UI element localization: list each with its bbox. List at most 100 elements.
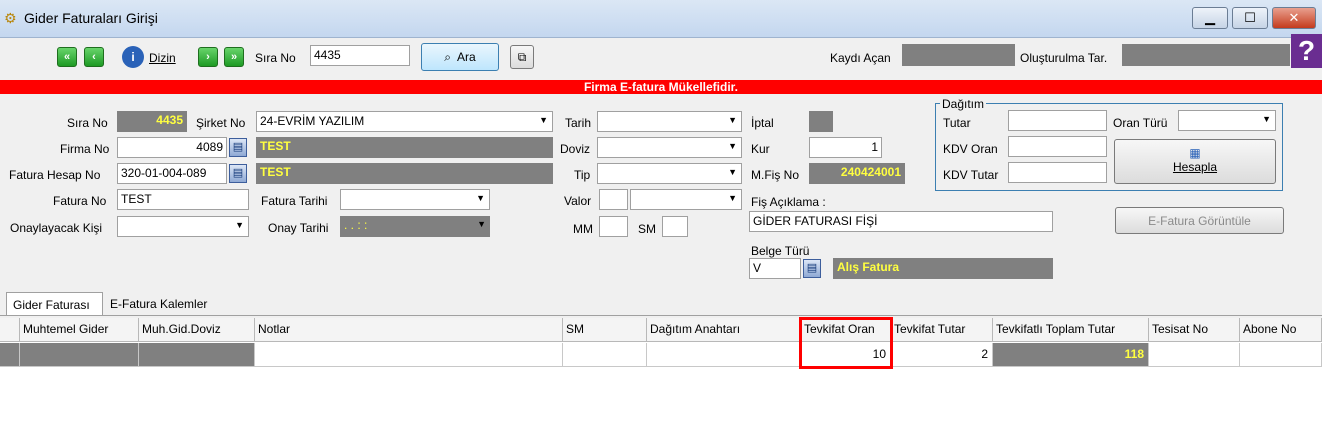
column-header[interactable]: Dağıtım Anahtarı [647,318,801,342]
minimize-button[interactable]: ▁ [1192,7,1228,29]
kdv-tutar-input[interactable] [1008,162,1107,183]
efatura-goruntule-button[interactable]: E-Fatura Görüntüle [1115,207,1284,234]
kdv-oran-label: KDV Oran [943,142,998,156]
table-cell[interactable] [1149,343,1240,367]
tab-efatura-kalemler[interactable]: E-Fatura Kalemler [104,292,224,315]
mfis-no-field: 240424001 [809,163,905,184]
kur-label: Kur [751,142,770,156]
copy-icon: ⧉ [517,50,527,64]
onaylayacak-kisi-combo[interactable]: ▼ [117,216,249,237]
chevron-down-icon: ▼ [728,167,737,177]
grid-corner [0,318,20,342]
hesap-lookup-button[interactable]: ▤ [229,164,247,183]
belge-turu-lookup-button[interactable]: ▤ [803,259,821,278]
iptal-checkbox[interactable] [809,111,833,132]
info-icon[interactable]: i [122,46,144,68]
mm-input[interactable] [599,216,628,237]
fatura-no-input[interactable]: TEST [117,189,249,210]
chevron-down-icon: ▼ [728,193,737,203]
table-cell[interactable] [139,343,255,367]
column-header[interactable]: Tevkifat Tutar [891,318,993,342]
fis-aciklama-input[interactable]: GİDER FATURASI FİŞİ [749,211,1053,232]
onaylayacak-kisi-label: Onaylayacak Kişi [10,221,103,235]
window-title: Gider Faturaları Girişi [24,10,158,26]
column-header[interactable]: SM [563,318,647,342]
search-icon: ⌕ [444,50,452,64]
sm-input[interactable] [662,216,688,237]
onay-tarihi-combo[interactable]: . . : : ▼ [340,216,490,237]
sira-no-label: Sıra No [255,51,296,65]
firma-lookup-button[interactable]: ▤ [229,138,247,157]
valor-combo[interactable]: ▼ [630,189,742,210]
dizin-link[interactable]: Dizin [149,51,176,65]
ara-label: Ara [457,50,476,64]
title-bar: ⚙ Gider Faturaları Girişi ▁ ☐ ✕ [0,0,1322,38]
oran-turu-label: Oran Türü [1113,116,1168,130]
next-record-button[interactable]: › [198,47,218,67]
chevron-down-icon: ▼ [728,115,737,125]
fis-aciklama-label: Fiş Açıklama : [751,195,826,209]
fatura-hesap-no-label: Fatura Hesap No [9,168,101,182]
doviz-combo[interactable]: ▼ [597,137,742,158]
mm-label: MM [573,222,593,236]
chevron-down-icon: ▼ [1262,114,1271,124]
kdv-tutar-label: KDV Tutar [943,168,999,182]
table-cell[interactable] [255,343,563,367]
ara-button[interactable]: ⌕ Ara [421,43,499,71]
kur-input[interactable]: 1 [809,137,882,158]
kdv-oran-input[interactable] [1008,136,1107,157]
help-icon[interactable]: ? [1291,34,1322,68]
tab-divider [0,315,1322,316]
maximize-button[interactable]: ☐ [1232,7,1268,29]
first-record-button[interactable]: « [57,47,77,67]
valor-input[interactable] [599,189,628,210]
fatura-hesap-no-input[interactable]: 320-01-004-089 [117,163,227,184]
tip-combo[interactable]: ▼ [597,163,742,184]
hesap-name-field: TEST [256,163,553,184]
kaydi-acan-field [902,44,1015,66]
column-header[interactable]: Tevkifatlı Toplam Tutar [993,318,1149,342]
table-cell[interactable] [563,343,647,367]
firma-no-input[interactable]: 4089 [117,137,227,158]
prev-record-button[interactable]: ‹ [84,47,104,67]
belge-turu-input[interactable]: V [749,258,801,279]
table-cell[interactable] [1240,343,1322,367]
table-cell[interactable]: 118 [993,343,1149,367]
close-button[interactable]: ✕ [1272,7,1316,29]
firma-name-field: TEST [256,137,553,158]
copy-button[interactable]: ⧉ [510,45,534,69]
sirket-no-combo[interactable]: 24-EVRİM YAZILIM ▼ [256,111,553,132]
oran-turu-combo[interactable]: ▼ [1178,110,1276,131]
table-cell[interactable] [20,343,139,367]
tarih-combo[interactable]: ▼ [597,111,742,132]
efatura-banner: Firma E-fatura Mükellefidir. [0,80,1322,94]
table-cell[interactable] [647,343,801,367]
column-header[interactable]: Abone No [1240,318,1322,342]
sirket-no-value: 24-EVRİM YAZILIM [260,114,365,128]
highlight-box [799,317,893,369]
belge-turu-label: Belge Türü [751,244,810,258]
chevron-down-icon: ▼ [476,193,485,203]
fatura-tarihi-combo[interactable]: ▼ [340,189,490,210]
hesapla-button[interactable]: ▦ Hesapla [1114,139,1276,184]
doviz-label: Doviz [560,142,591,156]
column-header[interactable]: Notlar [255,318,563,342]
last-record-button[interactable]: » [224,47,244,67]
dagitim-legend: Dağıtım [940,97,987,111]
column-header[interactable]: Muhtemel Gider [20,318,139,342]
tarih-label: Tarih [565,116,592,130]
calculator-icon: ▦ [1189,146,1201,160]
valor-label: Valor [564,194,592,208]
onay-tarihi-label: Onay Tarihi [268,221,329,235]
column-header[interactable]: Tesisat No [1149,318,1240,342]
tutar-input[interactable] [1008,110,1107,131]
chevron-down-icon: ▼ [728,141,737,151]
tab-gider-faturasi[interactable]: Gider Faturası [6,292,103,315]
app-icon: ⚙ [4,10,17,26]
table-cell[interactable]: 2 [891,343,993,367]
toolbar-sira-no-input[interactable]: 4435 [310,45,410,66]
row-selector[interactable] [0,343,20,367]
fatura-tarihi-label: Fatura Tarihi [261,194,328,208]
column-header[interactable]: Muh.Gid.Doviz [139,318,255,342]
belge-turu-name-field: Alış Fatura [833,258,1053,279]
